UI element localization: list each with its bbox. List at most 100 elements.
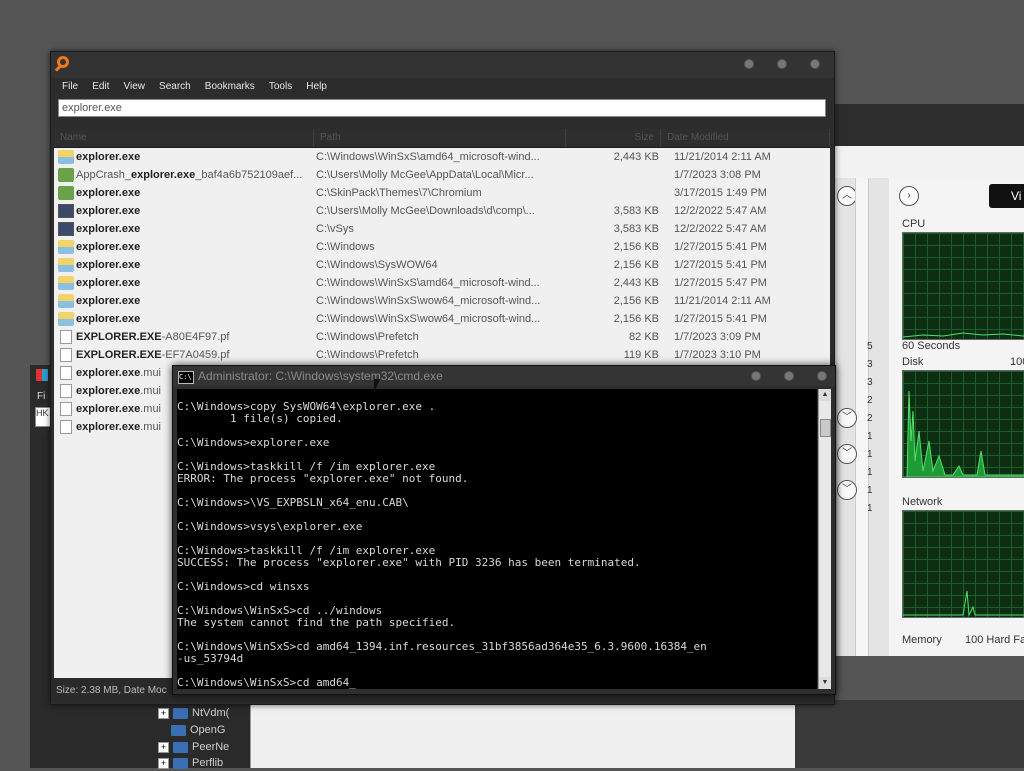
background-window-content: [250, 700, 797, 768]
file-path: C:\Windows\WinSxS\wow64_microsoft-wind..…: [316, 295, 541, 307]
menu-help[interactable]: Help: [306, 78, 327, 96]
file-path: C:\Windows\SysWOW64: [316, 259, 438, 271]
menu-file[interactable]: File: [62, 78, 78, 96]
console-scrollbar[interactable]: ▲ ▼: [818, 389, 831, 689]
file-path: C:\Windows\WinSxS\wow64_microsoft-wind..…: [316, 313, 541, 325]
file-name: EXPLORER.EXE-A80E4F97.pf: [76, 331, 230, 343]
collapse-up-icon[interactable]: ︿: [837, 186, 857, 206]
cmd-titlebar[interactable]: C:\ Administrator: C:\Windows\system32\c…: [173, 366, 835, 386]
process-value: 1: [867, 503, 873, 514]
menu-search[interactable]: Search: [159, 78, 191, 96]
mouse-pointer-icon: [374, 379, 386, 393]
table-row[interactable]: EXPLORER.EXE-EF7A0459.pf C:\Windows\Prefe…: [54, 346, 830, 364]
tree-item[interactable]: + NtVdm(: [158, 705, 229, 721]
file-folder-icon: [58, 168, 74, 182]
cmd-window: C:\ Administrator: C:\Windows\system32\c…: [172, 365, 836, 695]
menu-fragment[interactable]: Fi: [37, 391, 45, 402]
tree-item[interactable]: + Perflib: [158, 755, 223, 771]
file-name: explorer.exe: [76, 259, 141, 271]
graph-time-label: 60 Seconds: [902, 340, 961, 352]
file-doc-icon: [60, 420, 72, 434]
app-icon: [36, 369, 48, 381]
file-path: C:\Users\Molly McGee\AppData\Local\Micr.…: [316, 169, 534, 181]
file-size: 2,443 KB: [613, 277, 659, 289]
close-button[interactable]: [810, 59, 820, 69]
file-size: 2,156 KB: [613, 313, 659, 325]
expand-down-icon[interactable]: ﹀: [837, 408, 857, 428]
search-input[interactable]: [59, 100, 831, 116]
table-row[interactable]: explorer.exe C:\Windows\WinSxS\wow64_micr…: [54, 310, 830, 328]
table-row[interactable]: EXPLORER.EXE-A80E4F97.pf C:\Windows\Prefe…: [54, 328, 830, 346]
file-name: AppCrash_explorer.exe_baf4a6b752109aef..…: [76, 169, 303, 181]
maximize-button[interactable]: [777, 59, 787, 69]
table-row[interactable]: explorer.exe C:\Windows 2,156 KB 1/27/2015 …: [54, 238, 830, 256]
memory-label: Memory: [902, 634, 942, 646]
disk-graph: [902, 370, 1024, 478]
cmd-title: Administrator: C:\Windows\system32\cmd.e…: [198, 369, 443, 383]
column-name[interactable]: Name: [54, 129, 314, 147]
expand-down-icon[interactable]: ﹀: [837, 480, 857, 500]
view-button[interactable]: Vi: [989, 184, 1024, 208]
file-size: 119 KB: [623, 349, 659, 361]
tree-item[interactable]: OpenG: [171, 722, 225, 738]
table-row[interactable]: explorer.exe C:\vSys 3,583 KB 12/2/2022 5:4…: [54, 220, 830, 238]
file-doc-icon: [60, 384, 72, 398]
column-date-modified[interactable]: Date Modified: [661, 129, 830, 147]
column-path[interactable]: Path: [314, 129, 566, 147]
chevron-right-icon[interactable]: ›: [899, 186, 919, 206]
file-doc-icon: [60, 366, 72, 380]
tree-item[interactable]: + PeerNe: [158, 739, 229, 755]
file-name: explorer.exe: [76, 187, 141, 199]
file-doc-icon: [60, 348, 72, 362]
table-row[interactable]: explorer.exe C:\Windows\SysWOW64 2,156 KB 1…: [54, 256, 830, 274]
console-text: C:\Windows>copy SysWOW64\explorer.exe . …: [177, 400, 707, 689]
file-date: 12/2/2022 5:47 AM: [674, 205, 767, 217]
menu-tools[interactable]: Tools: [269, 78, 292, 96]
file-path: C:\Users\Molly McGee\Downloads\d\comp\..…: [316, 205, 535, 217]
search-window-titlebar: [51, 52, 834, 78]
file-path: C:\Windows\WinSxS\amd64_microsoft-wind..…: [316, 151, 540, 163]
file-folder-glass-icon: [58, 312, 74, 326]
scroll-down-icon[interactable]: ▼: [819, 677, 831, 689]
table-row[interactable]: AppCrash_explorer.exe_baf4a6b752109aef..…: [54, 166, 830, 184]
file-path: C:\Windows\Prefetch: [316, 331, 419, 343]
file-date: 1/27/2015 5:41 PM: [674, 241, 767, 253]
magnifier-logo-icon: [57, 56, 69, 68]
file-date: 1/7/2023 3:10 PM: [674, 349, 761, 361]
file-path: C:\Windows\WinSxS\amd64_microsoft-wind..…: [316, 277, 540, 289]
menu-view[interactable]: View: [123, 78, 145, 96]
column-size[interactable]: Size: [566, 129, 661, 147]
maximize-button[interactable]: [784, 371, 794, 381]
file-folder-icon: [58, 186, 74, 200]
menu-edit[interactable]: Edit: [92, 78, 109, 96]
minimize-button[interactable]: [751, 371, 761, 381]
file-date: 1/27/2015 5:41 PM: [674, 313, 767, 325]
search-box[interactable]: [58, 99, 831, 117]
scroll-thumb[interactable]: [820, 419, 831, 437]
process-value: 1: [867, 467, 873, 478]
menu-bookmarks[interactable]: Bookmarks: [205, 78, 255, 96]
table-row[interactable]: explorer.exe C:\SkinPack\Themes\7\Chromiu…: [54, 184, 830, 202]
file-name: explorer.exe: [76, 313, 141, 325]
file-path: C:\Windows: [316, 241, 375, 253]
file-path: C:\vSys: [316, 223, 354, 235]
file-path: C:\Windows\Prefetch: [316, 349, 419, 361]
disk-max-label: 100: [1010, 356, 1024, 368]
file-folder-glass-icon: [58, 258, 74, 272]
table-row[interactable]: explorer.exe C:\Windows\WinSxS\amd64_micr…: [54, 274, 830, 292]
process-value: 1: [867, 485, 873, 496]
column-headers: Name Path Size Date Modified: [54, 129, 830, 148]
scroll-up-icon[interactable]: ▲: [819, 389, 831, 401]
close-button[interactable]: [817, 371, 827, 381]
file-name: explorer.exe: [76, 205, 141, 217]
file-size: 3,583 KB: [613, 205, 659, 217]
file-monitor-icon: [58, 222, 74, 236]
minimize-button[interactable]: [744, 59, 754, 69]
table-row[interactable]: explorer.exe C:\Users\Molly McGee\Downloa…: [54, 202, 830, 220]
console-output[interactable]: C:\Windows>copy SysWOW64\explorer.exe . …: [177, 389, 817, 689]
table-row[interactable]: explorer.exe C:\Windows\WinSxS\amd64_micr…: [54, 148, 830, 166]
file-size: 2,156 KB: [613, 259, 659, 271]
table-row[interactable]: explorer.exe C:\Windows\WinSxS\wow64_micr…: [54, 292, 830, 310]
hard-faults-label: 100 Hard Fa: [965, 634, 1024, 646]
expand-down-icon[interactable]: ﹀: [837, 444, 857, 464]
